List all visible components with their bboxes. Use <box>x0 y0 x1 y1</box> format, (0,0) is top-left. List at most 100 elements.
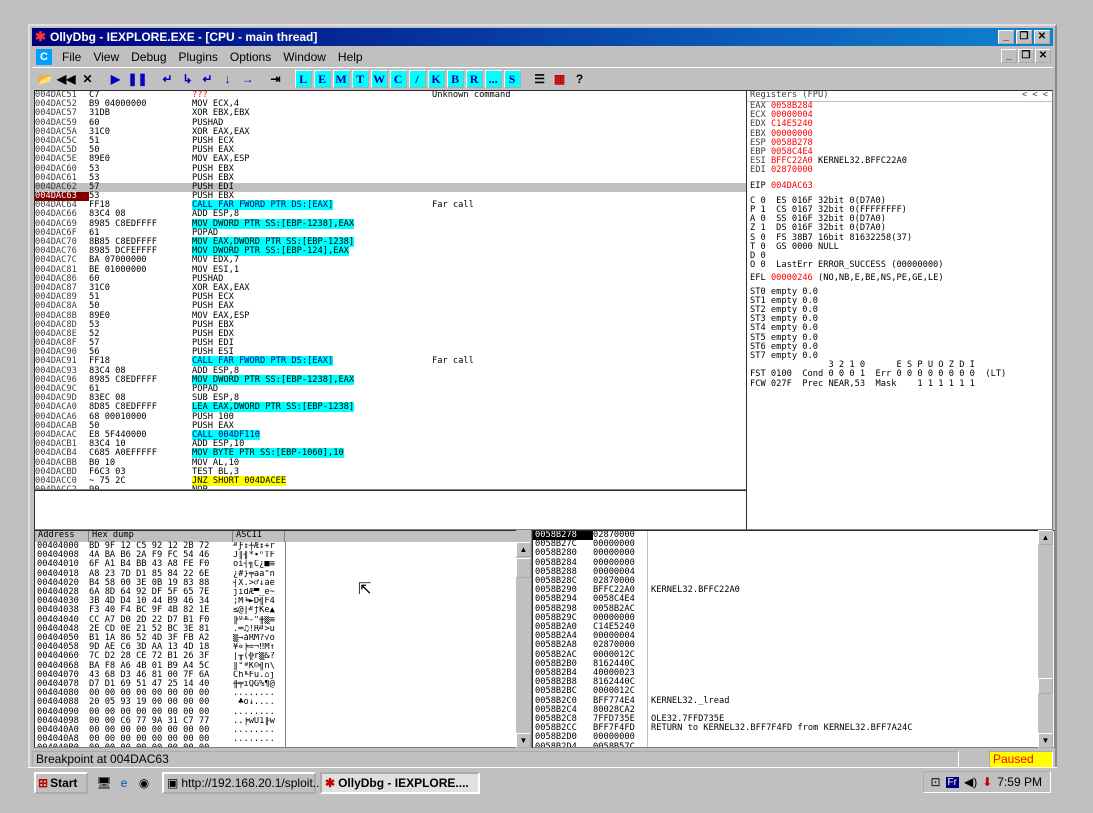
maximize-button[interactable]: ❐ <box>1016 30 1032 44</box>
menu-debug[interactable]: Debug <box>125 50 172 64</box>
pause-icon[interactable]: ❚❚ <box>126 70 148 88</box>
scroll-up-icon[interactable]: ▲ <box>1038 530 1053 545</box>
open-icon[interactable]: 📂 <box>36 70 54 88</box>
windows-button[interactable]: W <box>370 69 388 88</box>
disasm-row[interactable]: 004DAC61 53 PUSH EBX <box>35 173 747 183</box>
ascii-column-header[interactable]: ASCII <box>233 531 285 542</box>
disasm-row[interactable]: 004DAC8A 50 PUSH EAX <box>35 302 747 311</box>
network-icon[interactable]: ⊡ <box>930 775 940 789</box>
disasm-row[interactable]: 004DAC8E 52 PUSH EDX <box>35 329 747 339</box>
trace-into-icon[interactable]: ↵ <box>199 70 217 88</box>
language-indicator[interactable]: Fr <box>945 776 959 788</box>
disasm-row[interactable]: 004DACC0 ~ 75 2C JNZ SHORT 004DACEE <box>35 475 747 486</box>
disasm-row[interactable]: 004DACBB B0 10 MOV AL,10 <box>35 458 747 468</box>
dump-scrollbar[interactable]: ▲ ▼ <box>516 530 531 748</box>
flag-row[interactable]: O 0 LastErr ERROR_SUCCESS (00000000) <box>747 261 1052 270</box>
clock[interactable]: 7:59 PM <box>997 775 1042 789</box>
disasm-row[interactable]: 004DAC63 53 PUSH EBX <box>35 191 747 202</box>
child-restore-button[interactable]: ❐ <box>1018 49 1034 63</box>
volume-icon[interactable]: ◀) <box>964 775 977 789</box>
disasm-row[interactable]: 004DAC52 B9 04000000 MOV ECX,4 <box>35 99 747 109</box>
child-close-button[interactable]: ✕ <box>1035 49 1051 63</box>
task-browser[interactable]: ▣ http://192.168.20.1/sploit... <box>162 771 323 794</box>
cpu-window-icon[interactable]: C <box>36 49 52 65</box>
disasm-row[interactable]: 004DAC8F 57 PUSH EDI <box>35 338 747 348</box>
scroll-up-icon[interactable]: ▲ <box>516 542 531 557</box>
disasm-row[interactable]: 004DAC62 57 PUSH EDI <box>35 182 747 193</box>
executables-button[interactable]: E <box>313 69 331 88</box>
close-button[interactable]: ✕ <box>1034 30 1050 44</box>
scroll-down-icon[interactable]: ▼ <box>1038 733 1053 748</box>
disasm-row[interactable]: 004DAC69 8985 C8EDFFFF MOV DWORD PTR SS:[E… <box>35 218 747 229</box>
stack-pane[interactable]: 0058B278 02870000 0058B27C 00000000 0058B280… <box>532 530 1055 748</box>
memory-map-button[interactable]: M <box>332 69 350 88</box>
trace-over-icon[interactable]: ↓ <box>219 70 237 88</box>
child-minimize-button[interactable]: _ <box>1001 49 1017 63</box>
menu-window[interactable]: Window <box>277 50 332 64</box>
step-into-icon[interactable]: ↵ <box>159 70 177 88</box>
stack-scrollbar[interactable]: ▲ ▼ <box>1038 530 1053 748</box>
run-icon[interactable]: ▶ <box>106 70 124 88</box>
scroll-down-icon[interactable]: ▼ <box>516 733 531 748</box>
disasm-row[interactable]: 004DAC91 FF18 CALL FAR FWORD PTR DS:[EAX] F… <box>35 356 747 367</box>
desktop-icon[interactable]: 🖥 <box>96 775 112 791</box>
disasm-row[interactable]: 004DAC60 53 PUSH EBX <box>35 164 747 174</box>
disasm-row[interactable]: 004DACA6 68 00010000 PUSH 100 <box>35 412 747 422</box>
source-button[interactable]: S <box>503 69 521 88</box>
disasm-row[interactable]: 004DAC5E 89E0 MOV EAX,ESP <box>35 155 747 164</box>
menu-plugins[interactable]: Plugins <box>173 50 224 64</box>
menu-options[interactable]: Options <box>224 50 277 64</box>
patches-button[interactable]: / <box>408 69 426 88</box>
disasm-row[interactable]: 004DAC90 56 PUSH ESI <box>35 348 747 357</box>
goto-icon[interactable]: ⇥ <box>267 70 285 88</box>
disassembly-pane[interactable]: 004DAC51 C7??? Unknown command 004DAC52 B9 0… <box>34 90 748 490</box>
execute-till-return-icon[interactable]: → <box>239 70 257 88</box>
register-row[interactable]: EDI 02870000 <box>747 166 1052 175</box>
disasm-row[interactable]: 004DAC87 31C0 XOR EAX,EAX <box>35 283 747 293</box>
disasm-row[interactable]: 004DAC9C 61 POPAD <box>35 384 747 394</box>
disasm-row[interactable]: 004DACB4 C685 A0EFFFFF MOV BYTE PTR SS:[EB… <box>35 448 747 459</box>
menu-file[interactable]: File <box>56 50 87 64</box>
disasm-row[interactable]: 004DAC59 60 PUSHAD <box>35 118 747 128</box>
flag-row[interactable]: T 0 GS 0000 NULL <box>747 242 1052 252</box>
disasm-row[interactable]: 004DAC57 31DB XOR EBX,EBX <box>35 109 747 118</box>
channels-icon[interactable]: ◉ <box>136 775 152 791</box>
registers-nav[interactable]: < < < <box>1022 91 1052 100</box>
log-window-button[interactable]: L <box>294 69 312 88</box>
title-bar[interactable]: ✱ OllyDbg - IEXPLORE.EXE - [CPU - main t… <box>32 28 1053 46</box>
call-stack-button[interactable]: K <box>427 69 445 88</box>
fpu-status-row[interactable]: FCW 027F Prec NEAR,53 Mask 1 1 1 1 1 1 <box>747 379 1052 389</box>
disasm-row[interactable]: 004DAC64 FF18 CALL FAR FWORD PTR DS:[EAX] F… <box>35 200 747 211</box>
disasm-row[interactable]: 004DAC81 BE 01000000 MOV ESI,1 <box>35 265 747 275</box>
disasm-row[interactable]: 004DAC8B 89E0 MOV EAX,ESP <box>35 311 747 321</box>
ie-icon[interactable]: e <box>116 775 132 791</box>
registers-pane[interactable]: Registers (FPU) < < < EAX 0058B284 ECX 0… <box>746 90 1053 530</box>
close-program-icon[interactable]: ✕ <box>78 70 96 88</box>
scroll-thumb[interactable] <box>1038 678 1053 694</box>
menu-help[interactable]: Help <box>332 50 369 64</box>
disasm-row[interactable]: 004DAC89 51 PUSH ECX <box>35 292 747 302</box>
alert-icon[interactable]: ⬇ <box>982 775 992 789</box>
references-button[interactable]: R <box>465 69 483 88</box>
disasm-row[interactable]: 004DAC86 60 PUSHAD <box>35 274 747 284</box>
disasm-row[interactable]: 004DACAC E8 5F440000 CALL 004DF110 <box>35 429 747 440</box>
disasm-row[interactable]: 004DAC8D 53 PUSH EBX <box>35 320 747 330</box>
disasm-row[interactable]: 004DAC5D 50 PUSH EAX <box>35 145 747 155</box>
minimize-button[interactable]: _ <box>998 30 1014 44</box>
scroll-thumb[interactable] <box>516 558 531 578</box>
threads-button[interactable]: T <box>351 69 369 88</box>
breakpoints-button[interactable]: B <box>446 69 464 88</box>
restart-icon[interactable]: ◀◀ <box>56 70 76 88</box>
colors-icon[interactable]: ▦ <box>551 70 569 88</box>
disasm-row[interactable]: 004DAC5C 51 PUSH ECX <box>35 136 747 146</box>
task-ollydbg[interactable]: ✱ OllyDbg - IEXPLORE.... <box>320 771 480 794</box>
menu-view[interactable]: View <box>87 50 125 64</box>
run-trace-button[interactable]: ... <box>484 69 502 88</box>
dump-row[interactable]: 004040B000 00 00 00 00 00 00 00........ <box>35 744 285 747</box>
stack-row[interactable]: 0058B2D4 0058B57C <box>533 742 1054 747</box>
eip-register[interactable]: EIP 004DAC63 <box>747 181 1052 191</box>
step-over-icon[interactable]: ↳ <box>179 70 197 88</box>
start-button[interactable]: ⊞ Start <box>34 771 88 794</box>
disasm-row[interactable]: 004DAC96 8985 C8EDFFFF MOV DWORD PTR SS:[E… <box>35 374 747 385</box>
help-icon[interactable]: ? <box>571 70 589 88</box>
